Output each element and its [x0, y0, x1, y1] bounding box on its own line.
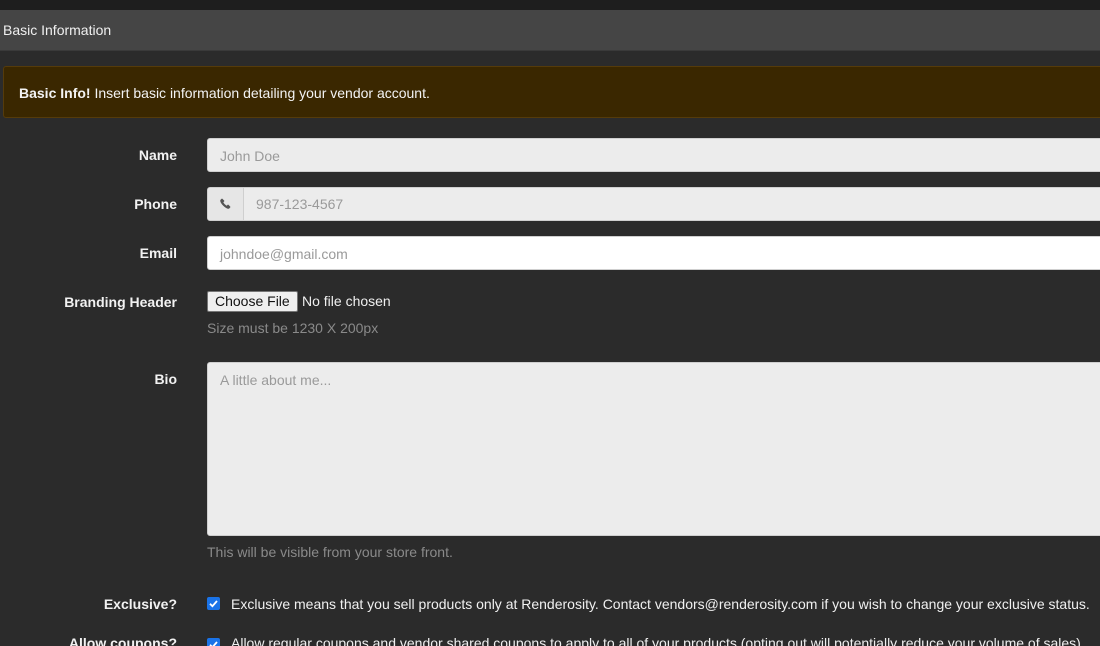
alert-strong: Basic Info!: [19, 85, 91, 101]
bio-textarea[interactable]: A little about me...: [207, 362, 1100, 536]
top-bar: [0, 0, 1100, 10]
email-label: Email: [139, 245, 177, 261]
exclusive-checkbox[interactable]: [207, 597, 220, 610]
branding-header-label: Branding Header: [64, 294, 177, 310]
email-placeholder: johndoe@gmail.com: [220, 246, 348, 262]
bio-placeholder: A little about me...: [220, 372, 332, 388]
exclusive-label: Exclusive?: [103, 596, 177, 612]
checkmark-icon: [209, 600, 218, 608]
panel-header: Basic Information: [0, 10, 1100, 51]
choose-file-button[interactable]: Choose File: [207, 291, 298, 312]
name-label: Name: [138, 147, 177, 163]
panel-title: Basic Information: [3, 22, 112, 38]
phone-addon: [208, 188, 244, 220]
exclusive-text: Exclusive means that you sell products o…: [231, 596, 1090, 612]
checkmark-icon: [209, 641, 218, 646]
coupons-checkbox[interactable]: [207, 638, 220, 646]
branding-help-text: Size must be 1230 X 200px: [207, 320, 379, 336]
file-status: No file chosen: [302, 293, 391, 309]
bio-label: Bio: [154, 371, 177, 387]
name-placeholder: John Doe: [220, 148, 280, 164]
bio-help-text: This will be visible from your store fro…: [207, 544, 453, 560]
phone-icon: [220, 198, 231, 209]
info-alert: Basic Info! Insert basic information det…: [3, 66, 1100, 118]
phone-label: Phone: [134, 196, 177, 212]
phone-input-group[interactable]: 987-123-4567: [207, 187, 1100, 221]
coupons-label: Allow coupons?: [68, 635, 177, 646]
alert-message: Insert basic information detailing your …: [90, 85, 430, 101]
name-input[interactable]: John Doe: [207, 138, 1100, 172]
coupons-text: Allow regular coupons and vendor shared …: [231, 635, 1085, 646]
phone-placeholder: 987-123-4567: [256, 196, 344, 212]
alert-text: Basic Info! Insert basic information det…: [19, 85, 430, 101]
email-input[interactable]: johndoe@gmail.com: [207, 236, 1100, 270]
